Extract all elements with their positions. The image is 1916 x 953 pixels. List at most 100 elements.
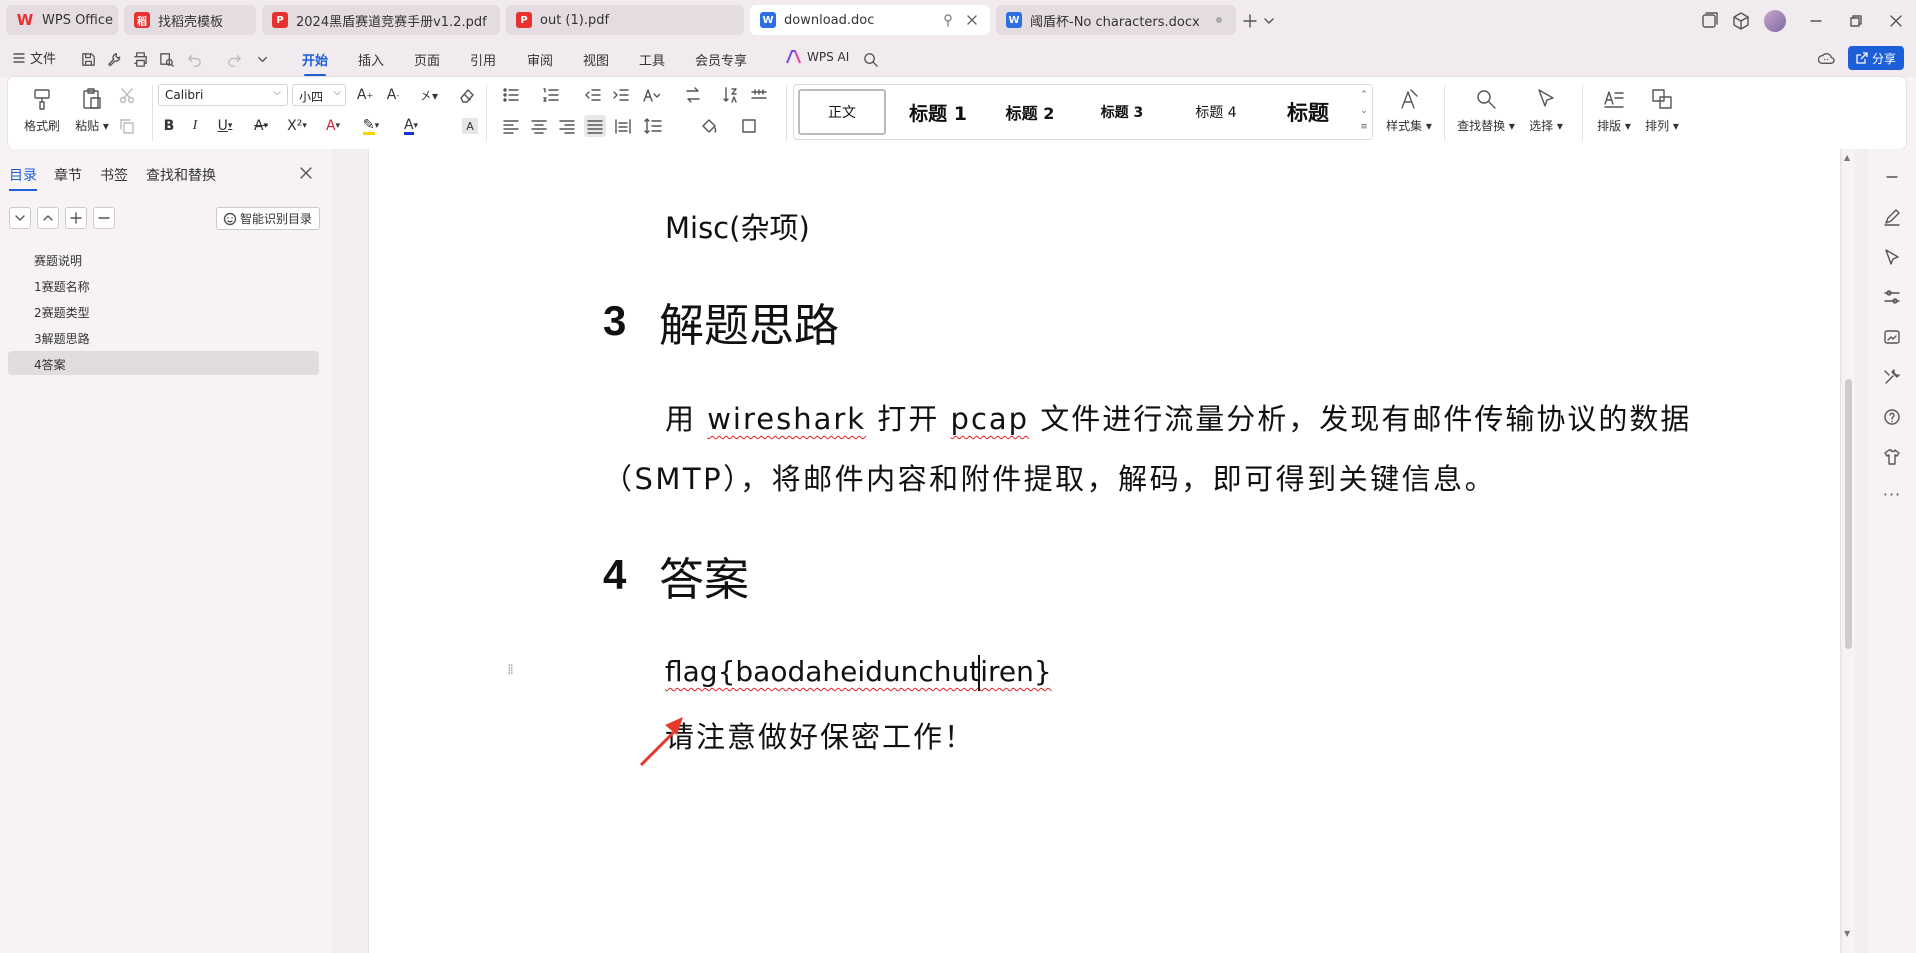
share-button[interactable]: 分享: [1848, 46, 1904, 70]
pin-icon[interactable]: [940, 12, 956, 28]
layout-button[interactable]: 排版 ▾: [1592, 87, 1636, 134]
tab-no-characters-docx[interactable]: W 阈盾杯-No characters.docx: [996, 5, 1236, 35]
tab-wps-office[interactable]: W WPS Office: [6, 5, 118, 35]
print-icon[interactable]: [132, 51, 149, 68]
toc-item-selected[interactable]: 4答案: [8, 351, 319, 375]
tab-out-pdf[interactable]: P out (1).pdf: [506, 5, 744, 35]
tab-references[interactable]: 引用: [470, 50, 496, 69]
shirt-icon[interactable]: [1882, 447, 1902, 467]
font-name-select[interactable]: Calibri ⌵: [158, 84, 288, 106]
text-direction-icon[interactable]: [684, 86, 702, 104]
tab-template[interactable]: 稻 找稻壳模板: [124, 5, 256, 35]
pen-edit-icon[interactable]: [1882, 207, 1902, 227]
tab-pdf-handbook[interactable]: P 2024黑盾赛道竞赛手册v1.2.pdf: [262, 5, 500, 35]
redo-icon[interactable]: [226, 51, 243, 68]
sliders-icon[interactable]: [1882, 287, 1902, 307]
scroll-down-icon[interactable]: ▼: [1844, 929, 1850, 938]
toc-item[interactable]: 赛题说明: [8, 247, 319, 271]
nav-tab-toc[interactable]: 目录: [9, 165, 37, 191]
text-effect-icon[interactable]: A ▾: [318, 116, 348, 136]
superscript-icon[interactable]: X² ▾: [282, 116, 312, 136]
bullet-list-icon[interactable]: [502, 86, 520, 104]
arrange-button[interactable]: 排列 ▾: [1640, 87, 1684, 134]
char-shading-icon[interactable]: A: [462, 118, 478, 134]
find-replace-button[interactable]: 查找替换 ▾: [1454, 87, 1518, 134]
toc-item[interactable]: 1赛题名称: [8, 273, 319, 297]
format-painter-button[interactable]: 格式刷: [22, 87, 62, 134]
bold-icon[interactable]: B: [158, 116, 180, 136]
justify-button[interactable]: [584, 115, 606, 137]
new-tab-plus-icon[interactable]: [1240, 11, 1260, 31]
print-preview-icon[interactable]: [158, 51, 175, 68]
copy-icon[interactable]: [118, 117, 136, 135]
help-icon[interactable]: [1882, 407, 1902, 427]
decrease-indent-icon[interactable]: [584, 86, 602, 104]
numbered-list-icon[interactable]: [542, 86, 560, 104]
document-page[interactable]: Misc(杂项) 3 解题思路 用 wireshark 打开 pcap 文件进行…: [368, 149, 1841, 953]
show-marks-icon[interactable]: [750, 86, 768, 104]
wps-ai-button[interactable]: WPS AI: [786, 50, 849, 64]
collapse-button[interactable]: [37, 207, 59, 229]
nav-tab-bookmarks[interactable]: 书签: [100, 165, 128, 185]
style-heading-1[interactable]: 标题 1: [896, 89, 980, 135]
tab-member[interactable]: 会员专享: [695, 50, 747, 69]
distribute-icon[interactable]: [614, 117, 632, 135]
close-pane-icon[interactable]: [298, 165, 314, 181]
align-center-icon[interactable]: [530, 117, 548, 135]
font-size-select[interactable]: 小四 ⌵: [292, 84, 346, 106]
remove-heading-button[interactable]: [93, 207, 115, 229]
expand-all-button[interactable]: [9, 207, 31, 229]
line-spacing-icon[interactable]: [644, 117, 662, 135]
smart-toc-button[interactable]: 智能识别目录: [216, 207, 320, 230]
tools-icon[interactable]: [1882, 367, 1902, 387]
more-icon[interactable]: ···: [1882, 485, 1902, 505]
nav-tab-chapters[interactable]: 章节: [54, 165, 82, 185]
save-icon[interactable]: [80, 51, 97, 68]
style-heading-4[interactable]: 标题 4: [1174, 89, 1258, 135]
change-case-icon[interactable]: [642, 86, 660, 104]
strikethrough-icon[interactable]: A ▾: [246, 116, 276, 136]
close-window-icon[interactable]: [1886, 11, 1906, 31]
toc-item[interactable]: 2赛题类型: [8, 299, 319, 323]
chevron-down-icon[interactable]: [254, 51, 271, 68]
phonetic-guide-icon[interactable]: 㐅▾: [414, 85, 444, 105]
vertical-scrollbar[interactable]: ▲ ▼: [1843, 149, 1855, 953]
clear-format-eraser-icon[interactable]: [458, 86, 476, 104]
wrench-icon[interactable]: [106, 51, 123, 68]
align-right-icon[interactable]: [558, 117, 576, 135]
comment-cloud-icon[interactable]: [1818, 51, 1835, 68]
tab-review[interactable]: 审阅: [527, 50, 553, 69]
shrink-font-icon[interactable]: A-: [382, 85, 404, 105]
tab-download-doc[interactable]: W download.doc: [750, 5, 990, 35]
border-icon[interactable]: [740, 117, 758, 135]
tab-insert[interactable]: 插入: [358, 50, 384, 69]
toc-item[interactable]: 3解题思路: [8, 325, 319, 349]
sort-icon[interactable]: [722, 86, 740, 104]
restore-icon[interactable]: [1846, 11, 1866, 31]
italic-icon[interactable]: I: [184, 116, 206, 136]
drag-handle-icon[interactable]: ⁞⁞: [507, 662, 514, 678]
style-normal[interactable]: 正文: [798, 89, 886, 135]
grow-font-icon[interactable]: A +: [354, 85, 376, 105]
styles-scroll[interactable]: ⌃ ⌄ ≡: [1358, 87, 1370, 137]
style-heading-2[interactable]: 标题 2: [988, 89, 1072, 135]
cursor-select-icon[interactable]: [1882, 247, 1902, 267]
tab-home[interactable]: 开始: [302, 50, 328, 76]
image-edit-icon[interactable]: [1882, 327, 1902, 347]
cut-icon[interactable]: [118, 87, 136, 105]
tab-tools[interactable]: 工具: [639, 50, 665, 69]
paste-button[interactable]: 粘贴 ▾: [70, 87, 114, 134]
style-set-button[interactable]: 样式集 ▾: [1382, 87, 1436, 134]
search-icon[interactable]: [862, 51, 879, 68]
chevron-down-icon[interactable]: [1262, 11, 1276, 31]
avatar[interactable]: [1764, 10, 1786, 32]
font-color-icon[interactable]: A ▾: [394, 116, 428, 136]
shading-bucket-icon[interactable]: [700, 117, 718, 135]
style-title[interactable]: 标题: [1266, 89, 1350, 135]
style-heading-3[interactable]: 标题 3: [1080, 89, 1164, 135]
highlight-color-icon[interactable]: ✎ ▾: [354, 116, 388, 136]
scrollbar-thumb[interactable]: [1845, 379, 1852, 649]
tab-view[interactable]: 视图: [583, 50, 609, 69]
window-list-icon[interactable]: [1699, 11, 1719, 31]
collapse-icon[interactable]: [1882, 167, 1902, 187]
